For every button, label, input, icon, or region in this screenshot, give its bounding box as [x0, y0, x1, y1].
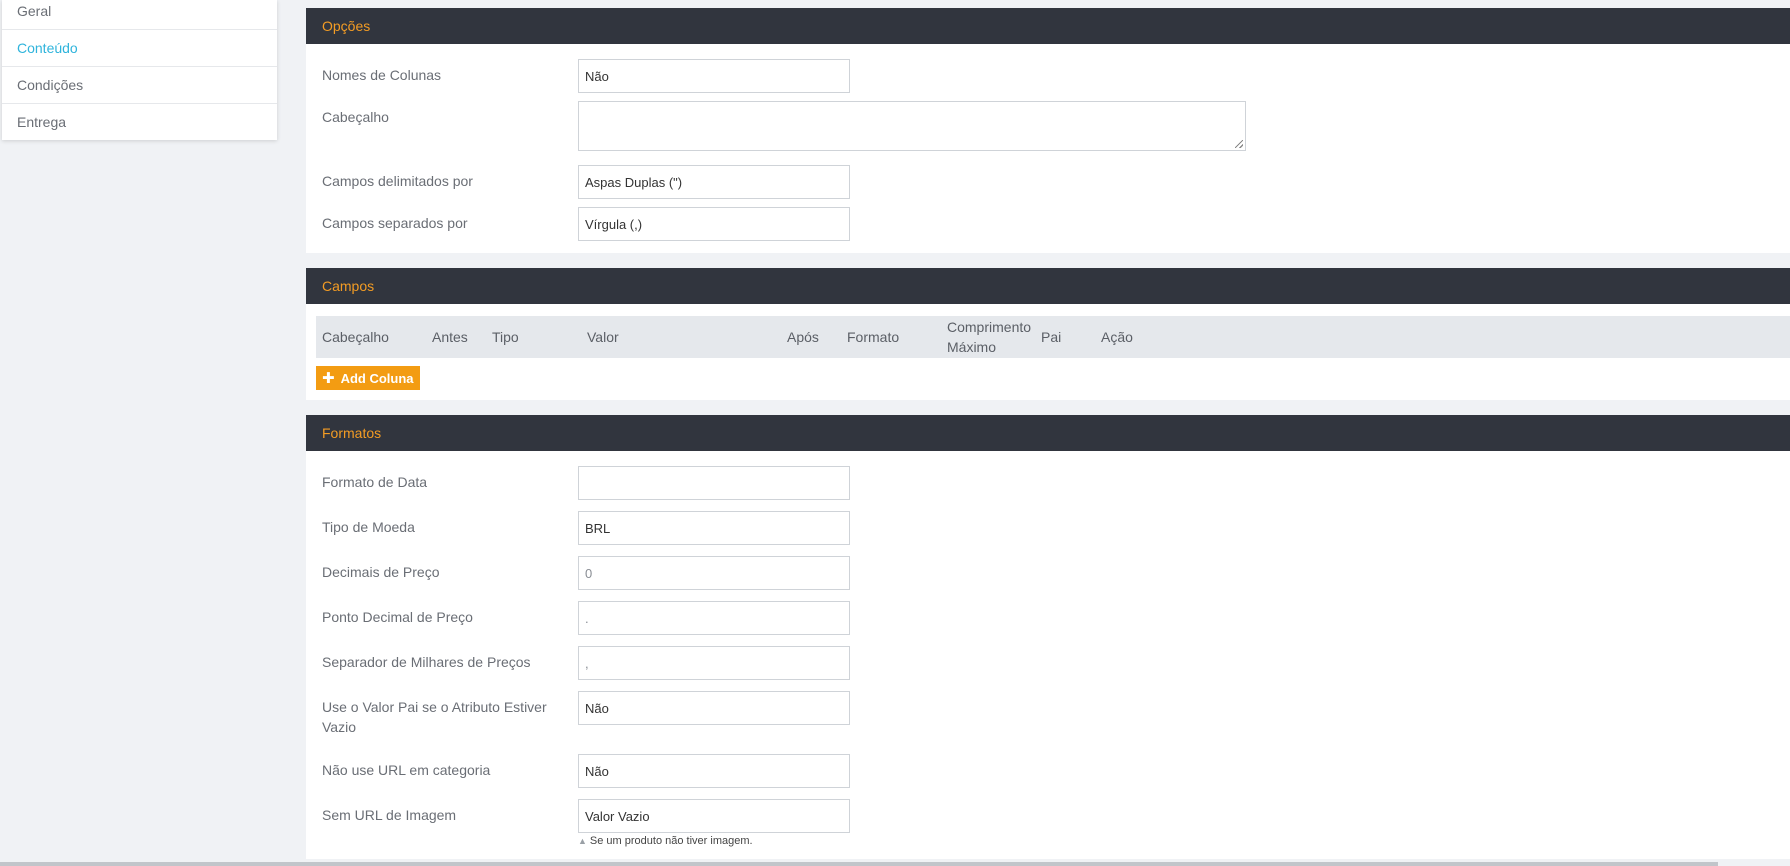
col-valor: Valor: [587, 329, 619, 345]
nomes-colunas-label: Nomes de Colunas: [322, 67, 442, 83]
url-imagem-hint: ▲ Se um produto não tiver imagem.: [578, 835, 1790, 847]
col-pai: Pai: [1041, 329, 1062, 345]
ponto-decimal-input[interactable]: .: [578, 601, 850, 635]
opcoes-panel: Opções Nomes de Colunas Não Cabeçalho Ca…: [306, 8, 1790, 253]
formato-data-label: Formato de Data: [322, 474, 428, 490]
col-tipo: Tipo: [492, 329, 519, 345]
url-imagem-select[interactable]: Valor Vazio: [578, 799, 850, 833]
main-content: Opções Nomes de Colunas Não Cabeçalho Ca…: [306, 8, 1790, 866]
campos-separados-label: Campos separados por: [322, 215, 468, 231]
col-comprimento-maximo: Comprimento Máximo: [947, 319, 1032, 355]
formatos-header[interactable]: Formatos: [306, 415, 1790, 451]
decimais-preco-label: Decimais de Preço: [322, 564, 440, 580]
add-coluna-label: Add Coluna: [340, 370, 414, 386]
url-imagem-label: Sem URL de Imagem: [322, 807, 457, 823]
horizontal-scrollbar[interactable]: [0, 862, 1718, 866]
col-acao: Ação: [1101, 329, 1133, 345]
sidebar-item-entrega[interactable]: Entrega: [2, 103, 277, 140]
campos-separados-select[interactable]: Vírgula (,): [578, 207, 850, 241]
add-coluna-button[interactable]: ✚ Add Coluna: [316, 366, 420, 390]
separador-milhares-input[interactable]: ,: [578, 646, 850, 680]
sidebar-item-geral[interactable]: Geral: [2, 0, 277, 29]
tipo-moeda-input[interactable]: BRL: [578, 511, 850, 545]
decimais-preco-input[interactable]: 0: [578, 556, 850, 590]
url-categoria-label: Não use URL em categoria: [322, 762, 491, 778]
campos-panel: Campos Cabeçalho Antes Tipo Valor Após F…: [306, 268, 1790, 400]
hint-text: Se um produto não tiver imagem.: [589, 835, 753, 847]
url-categoria-select[interactable]: Não: [578, 754, 850, 788]
formato-data-input[interactable]: [578, 466, 850, 500]
campos-delimitados-label: Campos delimitados por: [322, 173, 473, 189]
page: Geral Conteúdo Condições Entrega Opções …: [0, 0, 1790, 866]
valor-pai-select[interactable]: Não: [578, 691, 850, 725]
ponto-decimal-label: Ponto Decimal de Preço: [322, 609, 473, 625]
opcoes-header[interactable]: Opções: [306, 8, 1790, 44]
resize-grip-icon[interactable]: [1235, 140, 1243, 148]
nomes-colunas-select[interactable]: Não: [578, 59, 850, 93]
campos-header[interactable]: Campos: [306, 268, 1790, 304]
sidebar-item-conteudo[interactable]: Conteúdo: [2, 29, 277, 66]
sidebar-item-condicoes[interactable]: Condições: [2, 66, 277, 103]
cabecalho-textarea[interactable]: [578, 101, 1246, 151]
tipo-moeda-label: Tipo de Moeda: [322, 519, 415, 535]
campos-table-header: Cabeçalho Antes Tipo Valor Após Formato …: [316, 316, 1790, 358]
separador-milhares-label: Separador de Milhares de Preços: [322, 654, 531, 670]
valor-pai-label: Use o Valor Pai se o Atributo Estiver Va…: [322, 699, 547, 735]
col-apos: Após: [787, 329, 819, 345]
cabecalho-label: Cabeçalho: [322, 109, 389, 125]
formatos-panel: Formatos Formato de Data Tipo de Moeda B…: [306, 415, 1790, 859]
triangle-up-icon: ▲: [578, 836, 587, 846]
col-antes: Antes: [432, 329, 468, 345]
col-cabecalho: Cabeçalho: [322, 329, 389, 345]
sidebar: Geral Conteúdo Condições Entrega: [2, 0, 277, 140]
plus-icon: ✚: [322, 370, 335, 387]
col-formato: Formato: [847, 329, 900, 345]
campos-delimitados-select[interactable]: Aspas Duplas ("): [578, 165, 850, 199]
